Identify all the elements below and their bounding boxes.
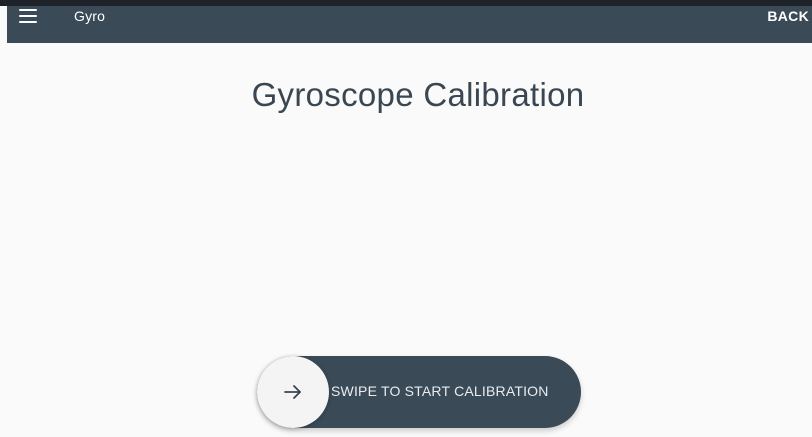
top-app-bar: Gyro BACK [7,6,812,43]
hamburger-menu-icon[interactable] [19,9,37,23]
screen: Gyro BACK Gyroscope Calibration SWIPE TO… [0,0,812,437]
swipe-label: SWIPE TO START CALIBRATION [331,383,549,399]
arrow-right-icon [283,384,303,400]
app-title: Gyro [74,8,106,24]
swipe-handle[interactable] [257,356,329,428]
back-button[interactable]: BACK [767,8,809,24]
page-title: Gyroscope Calibration [251,76,585,113]
swipe-to-start-slider[interactable]: SWIPE TO START CALIBRATION [257,356,581,428]
